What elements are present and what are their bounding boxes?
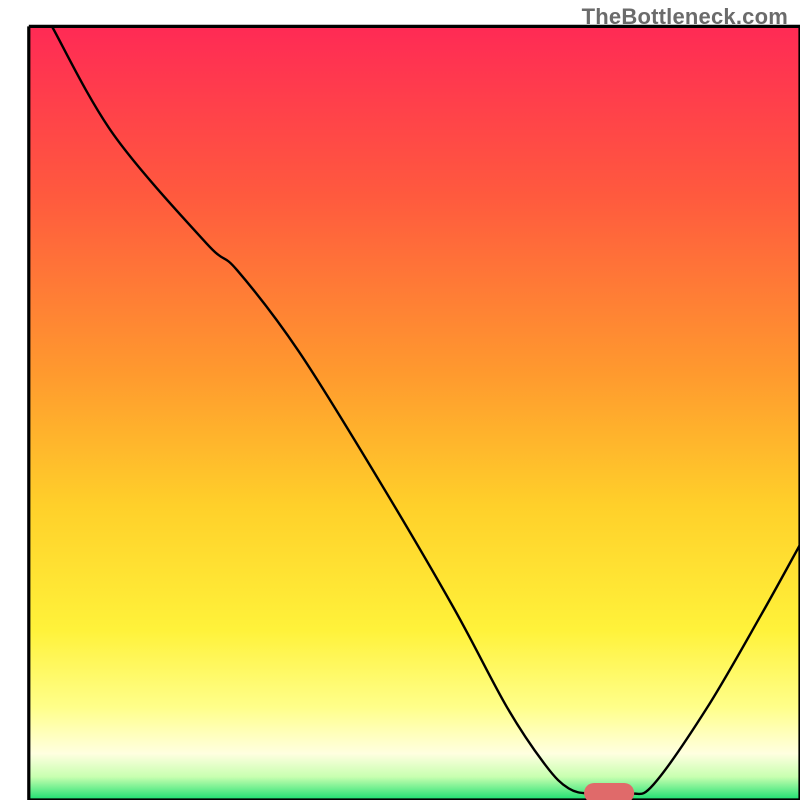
chart-container: TheBottleneck.com	[0, 0, 800, 800]
watermark-text: TheBottleneck.com	[582, 4, 788, 30]
gradient-background	[29, 26, 800, 800]
bottleneck-chart	[0, 0, 800, 800]
optimal-range-marker	[584, 783, 634, 800]
